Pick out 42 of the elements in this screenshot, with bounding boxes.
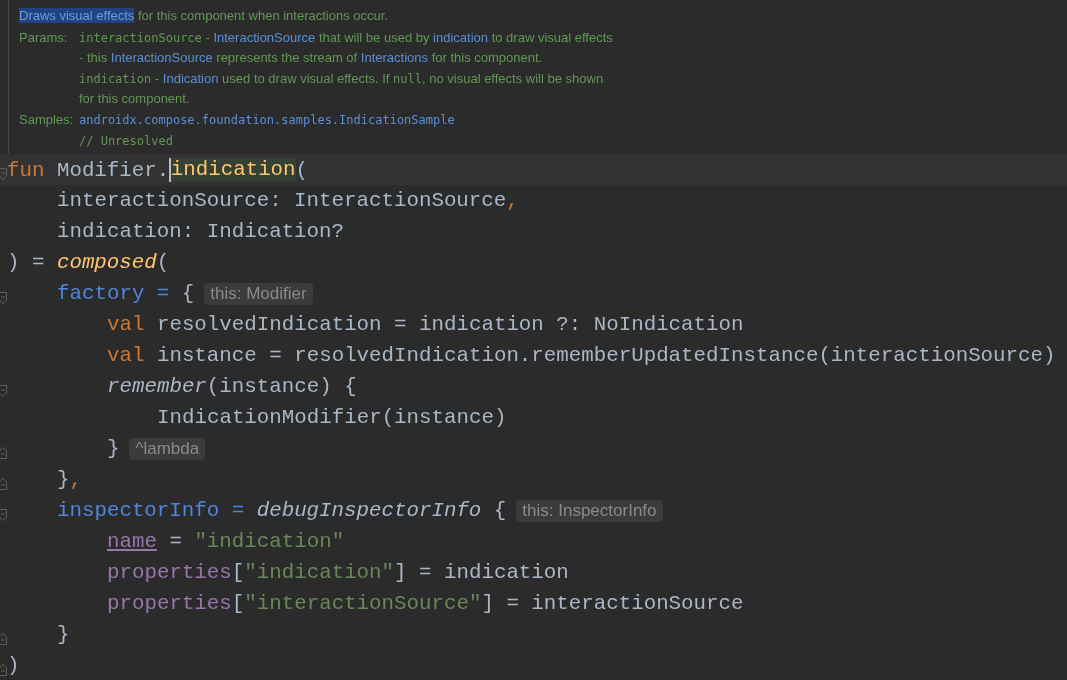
code-text: properties["indication"] = indication — [107, 561, 569, 584]
fold-icon[interactable] — [0, 663, 7, 676]
fold-icon[interactable] — [0, 446, 7, 459]
fold-icon[interactable] — [0, 291, 7, 304]
code-text: fun Modifier.indication( — [7, 157, 309, 182]
code-text: } — [57, 623, 70, 646]
doc-link[interactable]: InteractionSource — [110, 50, 213, 65]
fold-icon[interactable] — [0, 384, 7, 397]
code-text: interactionSource: InteractionSource, — [57, 189, 519, 212]
code-text: ) = composed( — [7, 251, 170, 274]
code-text: factory = { — [57, 282, 195, 305]
doc-text: for this component. — [79, 91, 191, 108]
inlay-hint: this: InspectorInfo — [516, 499, 663, 522]
code-text: }, — [57, 468, 82, 491]
doc-link[interactable]: InteractionSource — [213, 29, 316, 45]
code-text: properties["interactionSource"] = interactionSource — [107, 592, 744, 615]
code-text: inspectorInfo = debugInspectorInfo { — [57, 499, 507, 522]
fold-icon[interactable] — [0, 508, 7, 521]
code-text: val resolvedIndication = indication ?: NoIndication — [107, 313, 744, 336]
code-text: ) — [7, 654, 20, 677]
fold-icon[interactable] — [0, 632, 7, 645]
code-text: remember(instance) { — [107, 375, 357, 398]
section-label: Samples: — [19, 111, 75, 129]
code-text: } — [107, 437, 120, 460]
doc-description: Draws visual effects for this component when interactions occur. — [19, 8, 389, 25]
fold-icon[interactable] — [0, 167, 7, 180]
code-text: val instance = resolvedIndication.rememberUpdatedInstance(interactionSource) — [107, 344, 1056, 367]
doc-link[interactable]: androidx.compose.foundation.samples.IndicationSample — [79, 112, 455, 127]
fold-icon[interactable] — [0, 477, 7, 490]
code-text: name = "indication" — [107, 530, 345, 553]
doc-link[interactable]: Interactions — [360, 50, 429, 65]
doc-link[interactable]: indication — [433, 29, 489, 45]
doc-text: indication - Indication used to draw visual effects. If null, no visual effects will be shown — [79, 70, 605, 87]
doc-text: interactionSource - InteractionSource that will be used by indication to draw visual effects — [79, 29, 613, 46]
doc-text: // Unresolved — [79, 133, 174, 150]
doc-link[interactable]: Indication — [162, 70, 219, 86]
code-text: IndicationModifier(instance) — [157, 406, 507, 429]
inlay-hint: this: Modifier — [204, 282, 313, 305]
inlay-hint: ^lambda — [129, 437, 206, 460]
section-label: Params: — [19, 29, 69, 47]
code-text: indication: Indication? — [57, 220, 345, 243]
doc-text: - this InteractionSource represents the stream of Interactions for this component. — [79, 50, 544, 67]
